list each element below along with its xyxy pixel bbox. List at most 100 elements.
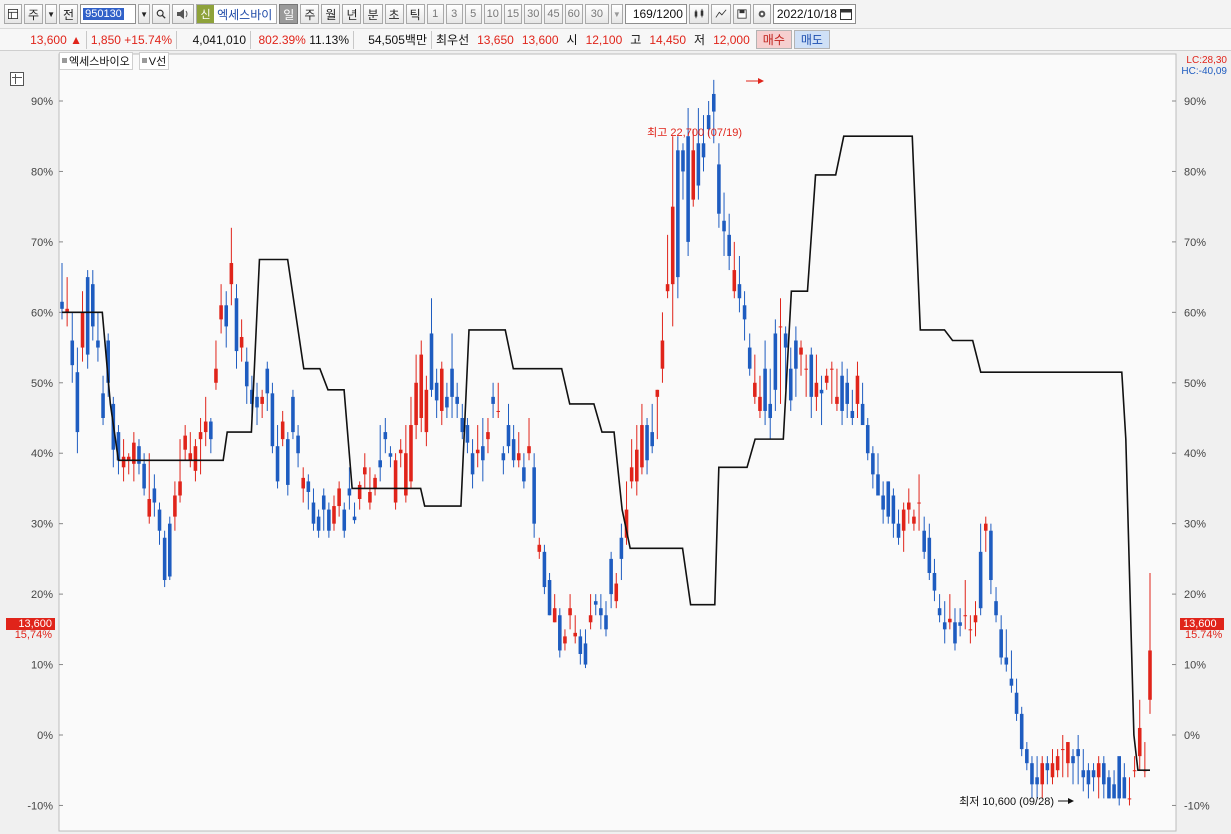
candle-body [183,435,187,450]
candle-body [393,460,398,503]
candle-body [188,453,193,461]
y-tick-label-left: 30% [31,519,53,531]
candle-body [942,622,947,630]
candle-body [701,143,706,158]
interval-button-5[interactable]: 5 [464,4,482,24]
candle-body [686,136,690,242]
period-weekly-select[interactable]: 주 [24,4,44,24]
candle-body [80,312,85,348]
candle-body [178,481,182,496]
interval-button-45[interactable]: 45 [544,4,563,24]
candle-body [363,467,367,475]
candle-body [727,234,731,256]
y-tick-label-left: 50% [31,378,53,390]
period-tab-week[interactable]: 주 [300,4,320,24]
candle-body [455,396,459,404]
candle-body [1009,678,1014,686]
y-tick-label-right: 0% [1184,730,1200,742]
candle-body [629,467,634,482]
interval-button-30[interactable]: 30 [524,4,543,24]
y-tick-label-left: 20% [31,589,53,601]
calendar-icon[interactable] [839,8,852,20]
volume: 4,041,010 [177,30,251,49]
y-tick-label-left: 80% [31,166,53,178]
bar-count-field[interactable]: 169/1200 [624,4,687,24]
grid-toggle-icon[interactable] [10,72,24,86]
best-bid: 13,600 [521,32,559,47]
drawing-tool-icon[interactable] [710,4,731,24]
prev-button[interactable]: 전 [59,4,79,24]
gear-icon[interactable] [752,4,771,24]
candle-body [676,150,680,278]
candle-body [1019,713,1024,750]
chart-legend: 엑세스바이오 V선 [59,51,170,70]
candle-body [465,425,470,443]
period-tab-month[interactable]: 월 [321,4,341,24]
candle-body [162,537,167,581]
period-tab-tick[interactable]: 틱 [405,4,425,24]
plot-area[interactable] [58,53,1177,832]
candle-body [85,277,90,355]
price-chart[interactable]: -10% -10% 0% 0% 10% 10% 20% 20% 30% 30% 40% 40% 50% 5… [0,51,1231,834]
legend-indicator[interactable]: V선 [138,51,170,70]
candle-body [558,615,562,651]
sell-button[interactable]: 매도 [793,30,830,49]
candle-body [814,382,819,397]
interval-dropdown-icon[interactable]: ▼ [610,4,623,24]
candle-body [1045,763,1050,771]
period-tab-second[interactable]: 초 [384,4,404,24]
y-tick-label-left: 90% [31,96,53,108]
period-tab-day[interactable]: 일 [279,4,299,24]
bar-count: 169 [632,7,653,21]
interval-button-15[interactable]: 15 [503,4,523,24]
candle-body [588,615,593,623]
buy-button[interactable]: 매수 [755,30,792,49]
candle-body [1081,770,1086,778]
candle-body [1122,777,1127,799]
date-field[interactable]: 2022/10/18 [772,4,856,24]
interval-button-10[interactable]: 10 [483,4,502,24]
candle-body [1148,650,1152,700]
speaker-icon[interactable] [172,4,195,24]
interval-custom-select[interactable]: 30 [584,4,609,24]
candle-body [414,382,418,426]
candle-body [840,375,844,411]
candle-body [1117,756,1121,799]
candle-body [481,446,485,461]
candle-body [357,484,362,500]
period-tab-year[interactable]: 년 [342,4,362,24]
y-tick-label-right: 80% [1184,166,1206,178]
candle-body [475,449,480,454]
legend-series[interactable]: 엑세스바이오 [59,51,133,70]
candle-body [511,439,516,461]
candle-body [855,375,860,404]
candle-body [445,396,449,408]
chart-area[interactable]: -10% -10% 0% 0% 10% 10% 20% 20% 30% 30% 40% 40% 50% 5… [0,51,1231,834]
candle-body [75,372,80,433]
stock-code-dropdown-icon[interactable]: ▼ [138,4,151,24]
candle-body [635,449,639,482]
search-icon[interactable] [152,4,171,24]
candle-body [717,164,721,214]
period-tab-minute[interactable]: 분 [363,4,383,24]
low-label: 저 [694,33,706,47]
stock-name-field[interactable]: 신 엑세스바이 [196,4,278,24]
save-icon[interactable] [732,4,751,24]
candle-body [763,368,767,411]
candle-body [794,340,798,369]
candle-body [1014,692,1019,714]
stock-code-input[interactable]: 950130 [80,4,137,24]
candle-body [1076,749,1080,757]
y-tick-label-right: 90% [1184,96,1206,108]
interval-button-60[interactable]: 60 [564,4,583,24]
legend-series-name: 엑세스바이오 [69,55,130,68]
candle-body [419,354,424,418]
candle-body [121,456,126,468]
interval-button-1[interactable]: 1 [426,4,444,24]
window-layout-icon[interactable] [4,4,22,24]
interval-button-3[interactable]: 3 [445,4,463,24]
chevron-down-icon[interactable]: ▼ [45,4,58,24]
candle-body [876,474,880,496]
candle-settings-icon[interactable] [688,4,709,24]
y-tick-label-right: 30% [1184,519,1206,531]
